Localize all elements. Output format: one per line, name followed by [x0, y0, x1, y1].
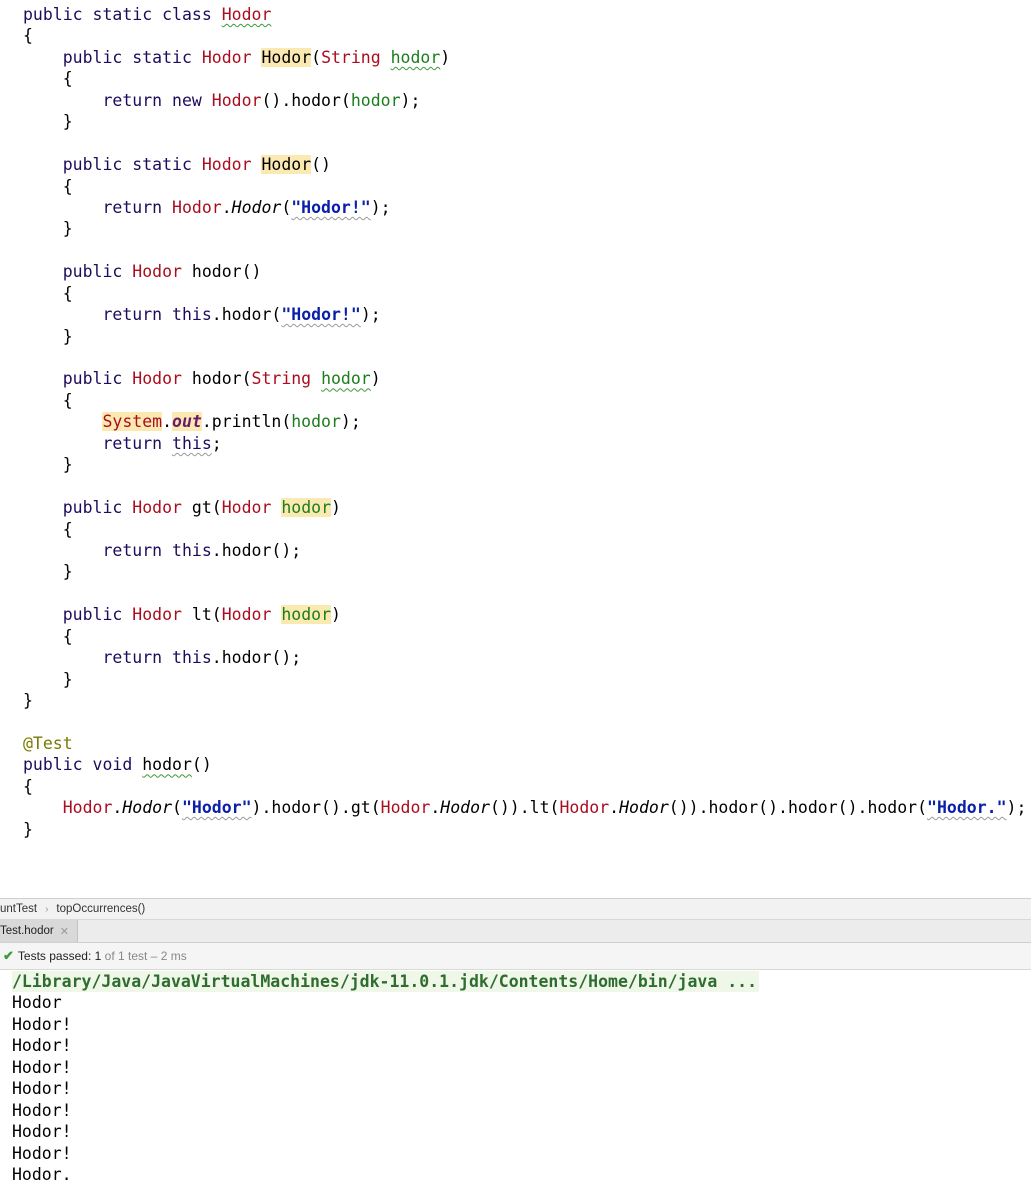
code-line[interactable]: {	[23, 390, 1026, 411]
code-line[interactable]: }	[23, 819, 1026, 840]
console-output-line: Hodor!	[12, 1122, 72, 1142]
code-line[interactable]: return Hodor.Hodor("Hodor!");	[23, 197, 1026, 218]
console-output-line: Hodor.	[12, 1164, 72, 1184]
code-line[interactable]	[23, 583, 1026, 604]
test-status-bar: ✔ Tests passed: 1 of 1 test – 2 ms	[0, 943, 1031, 970]
code-line[interactable]: System.out.println(hodor);	[23, 411, 1026, 432]
code-line[interactable]: {	[23, 283, 1026, 304]
code-line[interactable]: }	[23, 561, 1026, 582]
breadcrumb: untTest › topOccurrences()	[0, 898, 1031, 920]
code-line[interactable]: return this.hodor();	[23, 540, 1026, 561]
code-line[interactable]: public Hodor lt(Hodor hodor)	[23, 604, 1026, 625]
breadcrumb-item-method[interactable]: topOccurrences()	[56, 903, 145, 915]
console-output-line: Hodor!	[12, 1057, 72, 1077]
code-line[interactable]: {	[23, 68, 1026, 89]
chevron-right-icon: ›	[45, 903, 49, 915]
code-line[interactable]: public Hodor hodor()	[23, 261, 1026, 282]
code-line[interactable]: }	[23, 690, 1026, 711]
code-editor[interactable]: public static class Hodor{ public static…	[0, 0, 1031, 898]
code-line[interactable]: {	[23, 626, 1026, 647]
breadcrumb-item-class[interactable]: untTest	[0, 903, 37, 915]
console-output-line: Hodor!	[12, 1143, 72, 1163]
code-line[interactable]: return this;	[23, 433, 1026, 454]
tab-label: Test.hodor	[0, 925, 54, 937]
code-line[interactable]: return this.hodor();	[23, 647, 1026, 668]
tab-run-config[interactable]: Test.hodor ✕	[0, 920, 78, 942]
console-output[interactable]: /Library/Java/JavaVirtualMachines/jdk-11…	[0, 970, 1031, 1200]
console-output-line: Hodor!	[12, 1079, 72, 1099]
java-command: /Library/Java/JavaVirtualMachines/jdk-11…	[12, 971, 760, 993]
code-line[interactable]: {	[23, 519, 1026, 540]
code-line[interactable]: public void hodor()	[23, 754, 1026, 775]
code-line[interactable]: }	[23, 326, 1026, 347]
code-line[interactable]: public static Hodor Hodor()	[23, 154, 1026, 175]
tests-passed-label: Tests passed:	[17, 949, 92, 963]
code-line[interactable]	[23, 476, 1026, 497]
code-area[interactable]: public static class Hodor{ public static…	[23, 4, 1026, 840]
code-line[interactable]: }	[23, 111, 1026, 132]
tests-passed-count: 1	[94, 949, 102, 963]
code-line[interactable]: Hodor.Hodor("Hodor").hodor().gt(Hodor.Ho…	[23, 797, 1027, 818]
code-line[interactable]: }	[23, 218, 1026, 239]
code-line[interactable]	[23, 133, 1026, 154]
code-line[interactable]: public static class Hodor	[23, 4, 1026, 25]
code-line[interactable]	[23, 711, 1026, 732]
console-output-line: Hodor!	[12, 1014, 72, 1034]
code-line[interactable]	[23, 240, 1026, 261]
run-tab-bar: Test.hodor ✕	[0, 920, 1031, 943]
code-line[interactable]: public Hodor hodor(String hodor)	[23, 368, 1026, 389]
checkmark-icon: ✔	[3, 948, 14, 963]
console-command-line: /Library/Java/JavaVirtualMachines/jdk-11…	[12, 971, 760, 993]
code-line[interactable]: public Hodor gt(Hodor hodor)	[23, 497, 1026, 518]
code-line[interactable]: @Test	[23, 733, 1026, 754]
code-line[interactable]: return this.hodor("Hodor!");	[23, 304, 1026, 325]
code-line[interactable]: {	[23, 176, 1026, 197]
console-output-line: Hodor!	[12, 1100, 72, 1120]
code-line[interactable]: public static Hodor Hodor(String hodor)	[23, 47, 1026, 68]
code-line[interactable]: return new Hodor().hodor(hodor);	[23, 90, 1026, 111]
code-line[interactable]	[23, 347, 1026, 368]
console-output-line: Hodor	[12, 993, 62, 1013]
code-line[interactable]: }	[23, 669, 1026, 690]
code-line[interactable]: {	[23, 25, 1026, 46]
tests-passed-detail: of 1 test – 2 ms	[104, 949, 187, 963]
console-output-line: Hodor!	[12, 1036, 72, 1056]
code-line[interactable]: {	[23, 776, 1026, 797]
close-icon[interactable]: ✕	[60, 925, 69, 938]
console-lines: /Library/Java/JavaVirtualMachines/jdk-11…	[12, 971, 760, 1185]
code-line[interactable]: }	[23, 454, 1026, 475]
